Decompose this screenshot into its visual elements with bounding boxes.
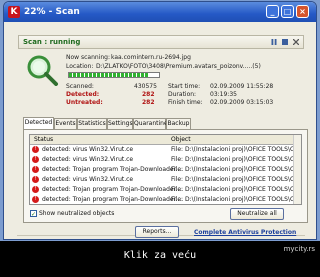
detected-panel: Status Object ! detected: virus Win32.Vir…: [23, 129, 308, 223]
window-title: 22% - Scan: [24, 7, 80, 17]
scan-progress-fill: [69, 73, 149, 77]
reports-button[interactable]: Reports...: [135, 226, 179, 238]
threat-alert-icon: !: [32, 156, 39, 163]
location-label: Location:: [66, 63, 94, 70]
location-value: D:\ZLATKO\FOTO\3408\Premium.avatars_poiz…: [96, 63, 261, 70]
scan-progress-bar: [68, 72, 160, 78]
row-object: File: D:\(Instalacioni proj)\OFICE TOOLS…: [171, 176, 295, 183]
row-object: File: D:\(Instalacioni proj)\OFICE TOOLS…: [171, 166, 295, 173]
caption-bar: Klik za veću: [0, 241, 320, 277]
start-time-value: 02.09.2009 11:55:28: [210, 83, 274, 90]
threat-alert-icon: !: [32, 196, 39, 203]
row-object: File: D:\(Instalacioni proj)\OFICE TOOLS…: [171, 156, 295, 163]
scan-status-label: Scan : running: [23, 38, 81, 46]
detected-table: Status Object ! detected: virus Win32.Vir…: [29, 134, 302, 205]
row-status: detected: Trojan program Trojan-Download…: [42, 196, 184, 203]
threat-alert-icon: !: [32, 166, 39, 173]
neutralize-all-button[interactable]: Neutralize all: [230, 208, 284, 220]
row-object: File: D:\(Instalacioni proj)\OFICE TOOLS…: [171, 186, 295, 193]
table-row[interactable]: ! detected: virus Win32.Virut.ce File: D:\…: [30, 145, 301, 154]
untreated-label: Untreated:: [66, 99, 103, 106]
tab-settings[interactable]: Settings: [107, 118, 133, 129]
kaspersky-app-icon: K: [8, 6, 20, 18]
maximize-button[interactable]: □: [281, 5, 294, 18]
show-neutralized-label: Show neutralized objects: [39, 210, 115, 217]
row-object: File: D:\(Instalacioni proj)\OFICE TOOLS…: [171, 146, 295, 153]
scan-window: K 22% - Scan _ □ × Scan : running Now sc…: [3, 1, 317, 240]
stop-icon[interactable]: [282, 39, 288, 45]
finish-time-label: Finish time:: [168, 99, 203, 106]
detected-label: Detected:: [66, 91, 100, 98]
scanned-label: Scanned:: [66, 83, 94, 90]
threat-alert-icon: !: [32, 146, 39, 153]
minimize-button[interactable]: _: [266, 5, 279, 18]
watermark: mycity.rs: [283, 245, 315, 253]
threat-alert-icon: !: [32, 176, 39, 183]
caption-text[interactable]: Klik za veću: [0, 250, 320, 261]
threat-alert-icon: !: [32, 186, 39, 193]
complete-protection-link[interactable]: Complete Antivirus Protection: [194, 229, 296, 236]
tab-backup[interactable]: Backup: [166, 118, 191, 129]
now-scanning-label: Now scanning:: [66, 54, 110, 61]
detected-value: 282: [142, 91, 155, 98]
row-status: detected: virus Win32.Virut.ce: [42, 156, 134, 163]
table-row[interactable]: ! detected: Trojan program Trojan-Downloa…: [30, 185, 301, 194]
duration-value: 03:19:35: [210, 91, 237, 98]
tab-statistics[interactable]: Statistics: [77, 118, 107, 129]
tab-events[interactable]: Events: [54, 118, 77, 129]
start-time-label: Start time:: [168, 83, 201, 90]
row-status: detected: Trojan program Trojan-Download…: [42, 186, 184, 193]
close-icon[interactable]: [293, 39, 299, 45]
row-status: detected: virus Win32.Virut.ce: [42, 146, 134, 153]
title-bar[interactable]: K 22% - Scan _ □ ×: [4, 2, 316, 22]
column-header-status[interactable]: Status: [34, 135, 53, 144]
close-button[interactable]: ×: [296, 5, 309, 18]
finish-time-value: 02.09.2009 03:15:03: [210, 99, 274, 106]
tab-quarantine[interactable]: Quarantine: [133, 118, 168, 129]
row-object: File: D:\(Instalacioni proj)\OFICE TOOLS…: [171, 196, 295, 203]
pause-icon[interactable]: [271, 39, 277, 45]
now-scanning-value: kaa.comintern.ru-2694.jpg: [111, 54, 191, 61]
table-row[interactable]: ! detected: virus Win32.Virut.ce File: D:\…: [30, 155, 301, 164]
magnifier-scan-icon: [27, 55, 58, 86]
scan-status-bar: Scan : running: [18, 35, 304, 49]
table-row[interactable]: ! detected: virus Win32.Virut.ce File: D:\…: [30, 175, 301, 184]
untreated-value: 282: [142, 99, 155, 106]
row-status: detected: virus Win32.Virut.ce: [42, 176, 134, 183]
column-header-object[interactable]: Object: [171, 135, 191, 144]
show-neutralized-checkbox[interactable]: ✓: [30, 210, 37, 218]
table-scrollbar[interactable]: [293, 135, 301, 204]
table-row[interactable]: ! detected: Trojan program Trojan-Downloa…: [30, 165, 301, 174]
tab-detected[interactable]: Detected: [23, 117, 54, 129]
duration-label: Duration:: [168, 91, 197, 98]
scanned-value: 430575: [134, 83, 157, 90]
table-header: Status Object: [30, 135, 301, 145]
table-row[interactable]: ! detected: Trojan program Trojan-Downloa…: [30, 195, 301, 204]
row-status: detected: Trojan program Trojan-Download…: [42, 166, 184, 173]
